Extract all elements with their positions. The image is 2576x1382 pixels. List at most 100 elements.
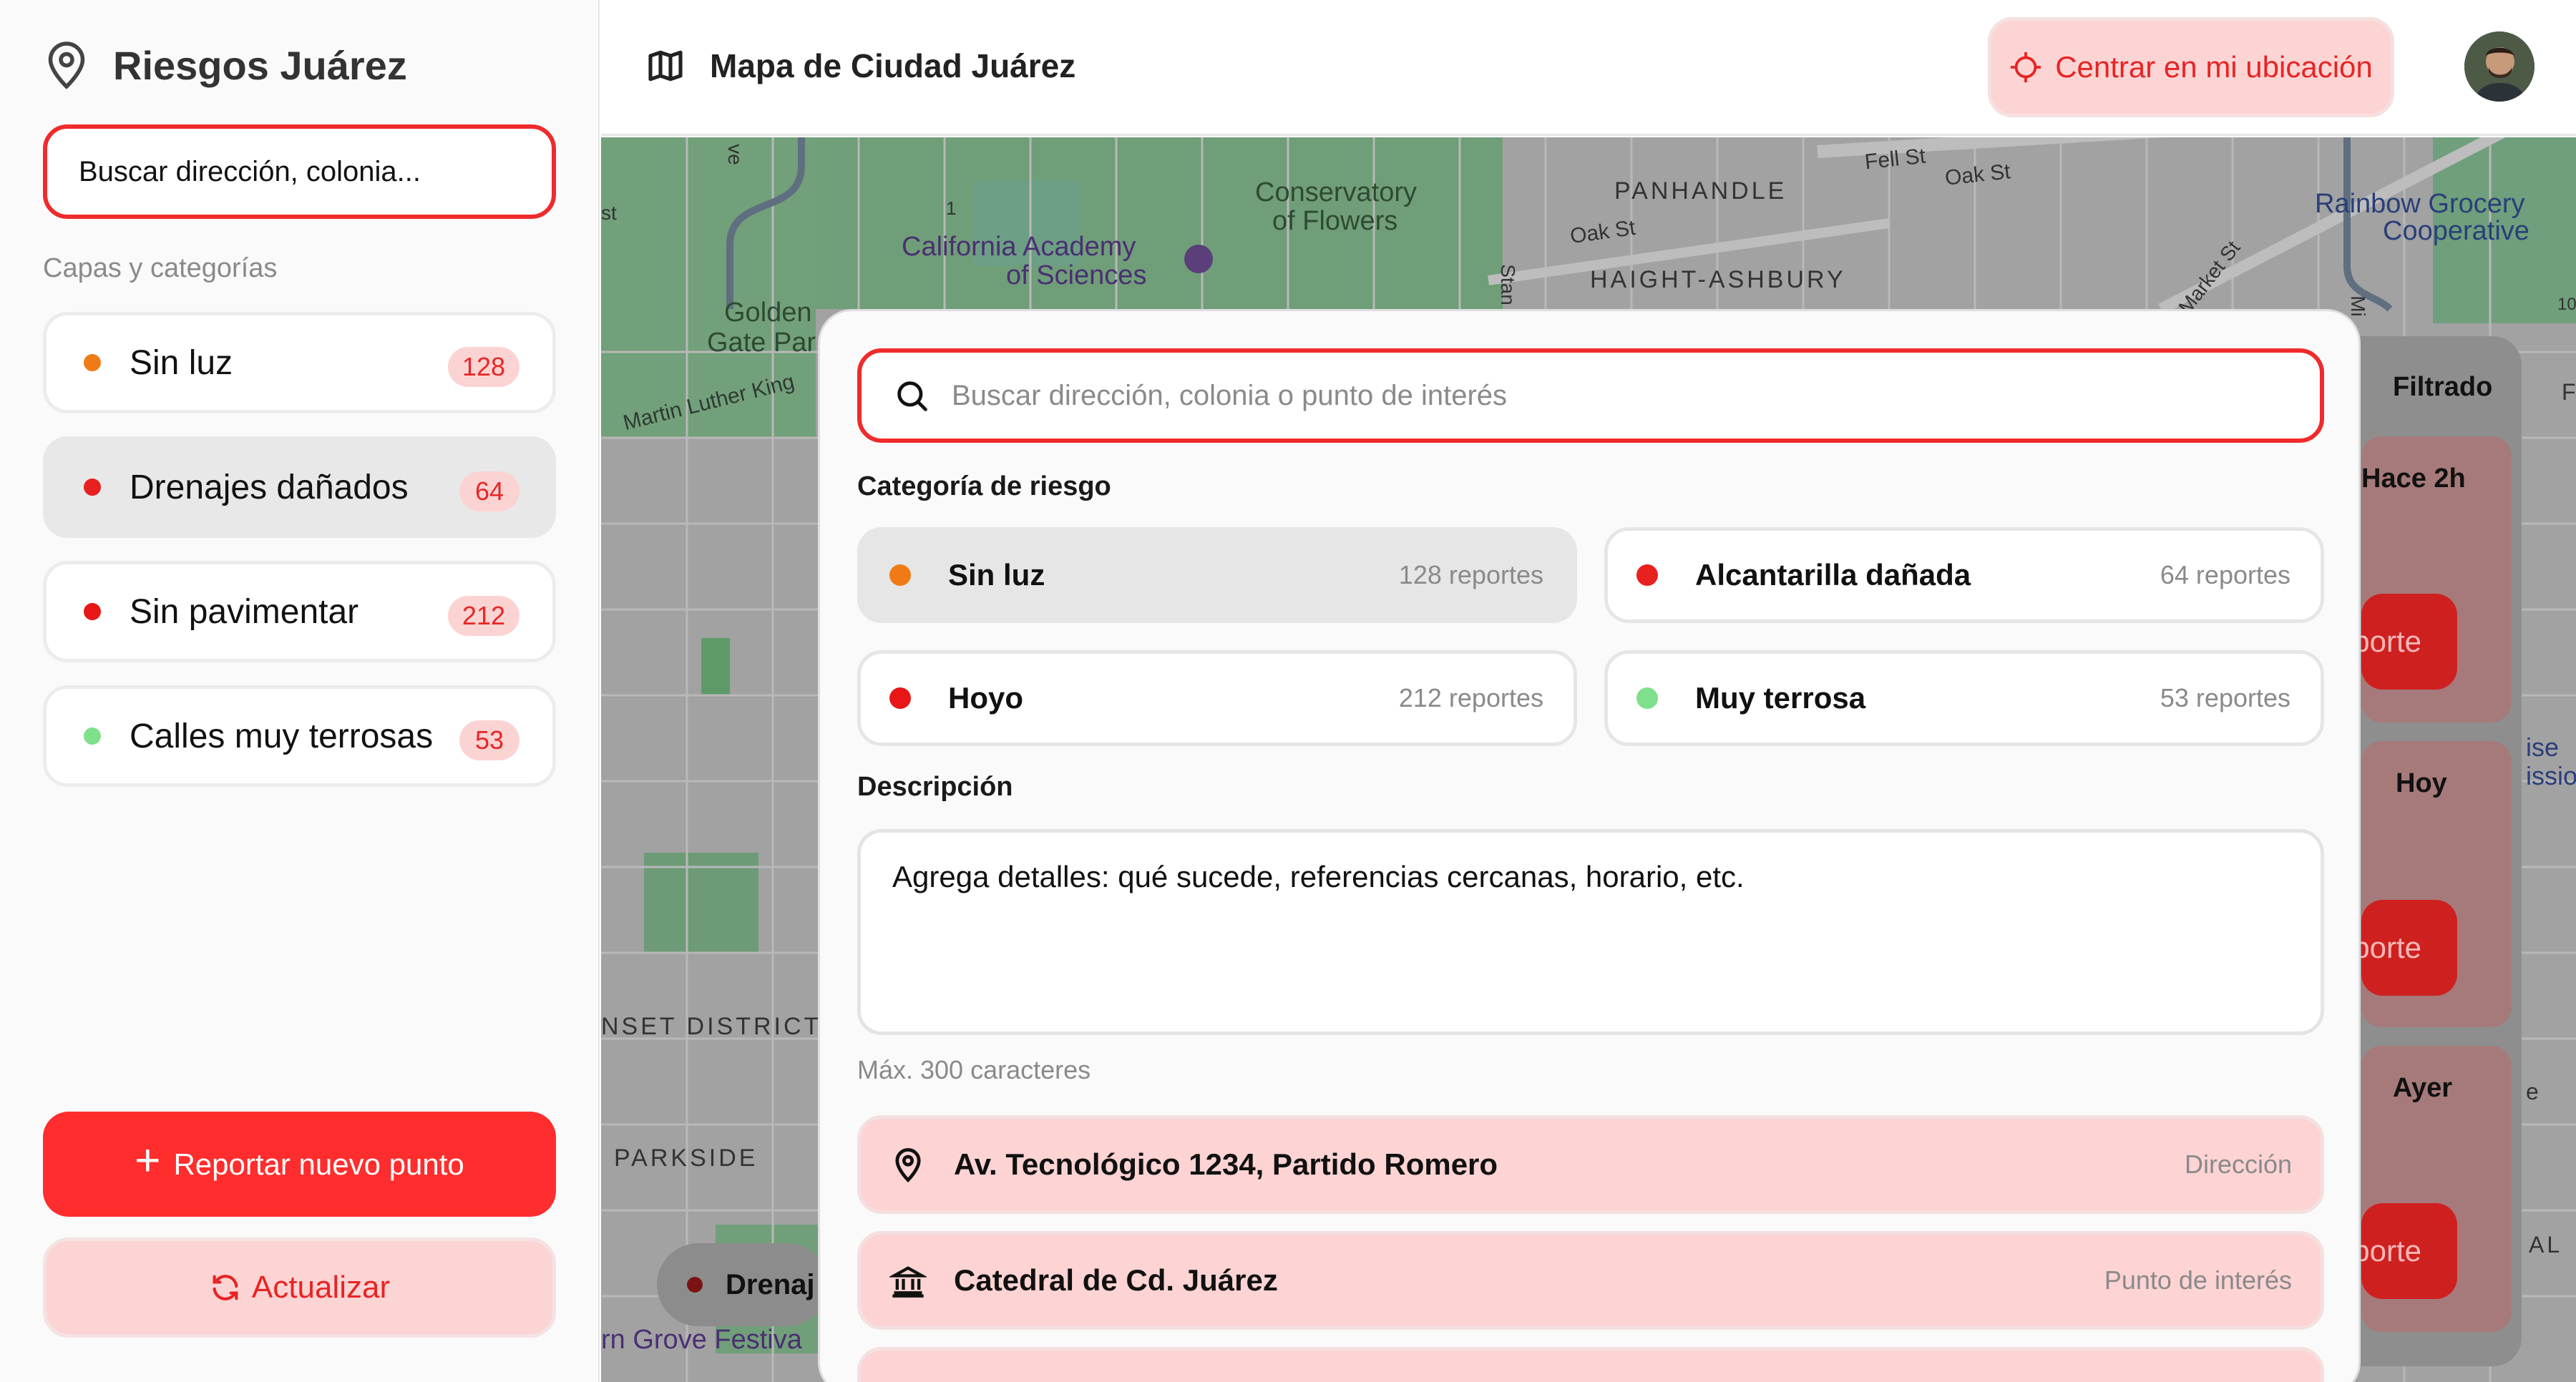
category-report-count: 128 reportes — [1398, 560, 1543, 589]
layer-color-dot — [84, 479, 101, 496]
user-avatar[interactable] — [2464, 31, 2534, 102]
map-label: 1 — [946, 197, 957, 219]
result-time: Hoy — [2396, 768, 2447, 798]
sidebar: Riesgos Juárez Buscar dirección, colonia… — [0, 0, 600, 1382]
map-title: Mapa de Ciudad Juárez — [645, 46, 1075, 86]
layer-count-badge: 64 — [459, 471, 519, 511]
layer-color-dot — [84, 354, 101, 371]
map-label: PANHANDLE — [1614, 177, 1787, 205]
layer-item-drenajes[interactable]: Drenajes dañados 64 — [43, 436, 556, 538]
refresh-button-label: Actualizar — [251, 1270, 391, 1305]
layer-count-badge: 53 — [459, 720, 519, 760]
layer-count-badge: 212 — [447, 596, 519, 636]
map-label: e — [2526, 1079, 2539, 1104]
map-label: Rainbow Grocery — [2315, 189, 2525, 219]
category-color-dot — [889, 687, 911, 709]
suggestion-kind: Dirección — [2184, 1150, 2292, 1179]
category-color-dot — [1636, 564, 1658, 586]
category-option-hoyo[interactable]: Hoyo 212 reportes — [857, 650, 1577, 746]
modal-search-field[interactable] — [857, 348, 2324, 443]
category-name: Muy terrosa — [1695, 681, 1866, 715]
map-label: AL — [2529, 1232, 2563, 1258]
location-pin-icon — [48, 41, 85, 89]
map-label: rn Grove Festiva — [601, 1325, 802, 1355]
suggestion-text: Catedral de Cd. Juárez — [954, 1263, 1278, 1297]
report-button-label: Reportar nuevo punto — [173, 1147, 464, 1181]
layer-item-terrosas[interactable]: Calles muy terrosas 53 — [43, 685, 556, 787]
modal-search-input[interactable] — [952, 379, 2311, 412]
crosshair-icon — [2011, 52, 2041, 83]
layer-label: Drenajes dañados — [130, 468, 409, 506]
category-name: Alcantarilla dañada — [1695, 558, 1971, 592]
result-report-button[interactable]: Reporte — [2315, 900, 2457, 996]
category-option-alcantarilla[interactable]: Alcantarilla dañada 64 reportes — [1604, 527, 2324, 623]
category-option-terrosa[interactable]: Muy terrosa 53 reportes — [1604, 650, 2324, 746]
category-report-count: 53 reportes — [2160, 683, 2290, 712]
map-label: Gate Par — [707, 328, 816, 358]
layer-item-sin-pavimentar[interactable]: Sin pavimentar 212 — [43, 561, 556, 662]
report-modal: Categoría de riesgo Sin luz 128 reportes… — [818, 309, 2361, 1382]
result-report-button[interactable]: Reporte — [2315, 594, 2457, 690]
suggestion-item[interactable]: Av. Tecnológico 1234, Partido Romero Dir… — [857, 1115, 2324, 1214]
top-bar: Mapa de Ciudad Juárez Centrar en mi ubic… — [601, 0, 2576, 136]
result-report-button[interactable]: Reporte — [2315, 1203, 2457, 1299]
layer-label: Sin pavimentar — [130, 592, 359, 631]
map-label: F — [2562, 379, 2576, 405]
map-label: HAIGHT-ASHBURY — [1590, 266, 1846, 293]
layer-color-dot — [84, 727, 101, 745]
map-label: Stan — [1496, 264, 1519, 305]
center-button-label: Centrar en mi ubicación — [2055, 50, 2373, 84]
legend-chip-label: Drenaj — [726, 1268, 815, 1300]
map-label: Cooperative — [2383, 216, 2529, 246]
pin-icon — [895, 1148, 921, 1183]
result-time: Hace 2h — [2361, 464, 2466, 494]
app-title: Riesgos Juárez — [113, 42, 407, 88]
map-label: st — [601, 202, 617, 224]
layer-label: Sin luz — [130, 343, 233, 382]
map-label: of Flowers — [1272, 206, 1398, 236]
map-label: Mi — [2346, 295, 2369, 317]
map-title-text: Mapa de Ciudad Juárez — [710, 47, 1076, 84]
map-label: ise — [2526, 732, 2560, 762]
map-label: Conservatory — [1255, 177, 1417, 207]
map-label: California Academy — [902, 232, 1136, 262]
report-new-point-button[interactable]: + Reportar nuevo punto — [43, 1112, 556, 1217]
brand: Riesgos Juárez — [44, 40, 407, 90]
category-section-label: Categoría de riesgo — [857, 471, 1111, 501]
suggestion-item[interactable]: Catedral de Cd. Juárez Punto de interés — [857, 1231, 2324, 1330]
suggestion-kind: Punto de interés — [2104, 1265, 2292, 1295]
category-name: Sin luz — [948, 558, 1045, 592]
legend-dot — [687, 1277, 703, 1293]
category-name: Hoyo — [948, 681, 1023, 715]
category-report-count: 64 reportes — [2160, 560, 2290, 589]
description-textarea[interactable]: Agrega detalles: qué sucede, referencias… — [857, 829, 2324, 1035]
sidebar-search-input[interactable]: Buscar dirección, colonia... — [43, 124, 556, 219]
map-label: NSET DISTRICT — [601, 1013, 822, 1040]
filter-label: Filtrado — [2393, 372, 2493, 402]
result-time: Ayer — [2393, 1073, 2453, 1103]
character-limit-hint: Máx. 300 caracteres — [857, 1055, 1091, 1084]
map-label: issio — [2526, 761, 2576, 790]
layers-section-label: Capas y categorías — [43, 253, 278, 283]
layer-color-dot — [84, 603, 101, 620]
category-color-dot — [889, 564, 911, 586]
plus-icon: + — [135, 1135, 161, 1185]
search-icon — [897, 381, 927, 411]
map-label: of Sciences — [1006, 260, 1147, 290]
map-legend-chip[interactable]: Drenaj — [657, 1243, 829, 1326]
description-section-label: Descripción — [857, 772, 1013, 802]
refresh-icon — [213, 1275, 238, 1300]
map-label: PARKSIDE — [614, 1145, 758, 1172]
refresh-button[interactable]: Actualizar — [43, 1238, 556, 1338]
layer-item-sin-luz[interactable]: Sin luz 128 — [43, 312, 556, 413]
category-color-dot — [1636, 687, 1658, 709]
layer-label: Calles muy terrosas — [130, 717, 434, 755]
category-option-sin-luz[interactable]: Sin luz 128 reportes — [857, 527, 1577, 623]
map-label: 10 — [2557, 295, 2576, 314]
layer-count-badge: 128 — [447, 347, 519, 387]
suggestion-text: Av. Tecnológico 1234, Partido Romero — [954, 1147, 1498, 1181]
map-label: Golden — [724, 298, 812, 328]
suggestion-item[interactable] — [857, 1347, 2324, 1382]
center-location-button[interactable]: Centrar en mi ubicación — [1988, 17, 2394, 117]
map-label: ve — [723, 144, 746, 165]
